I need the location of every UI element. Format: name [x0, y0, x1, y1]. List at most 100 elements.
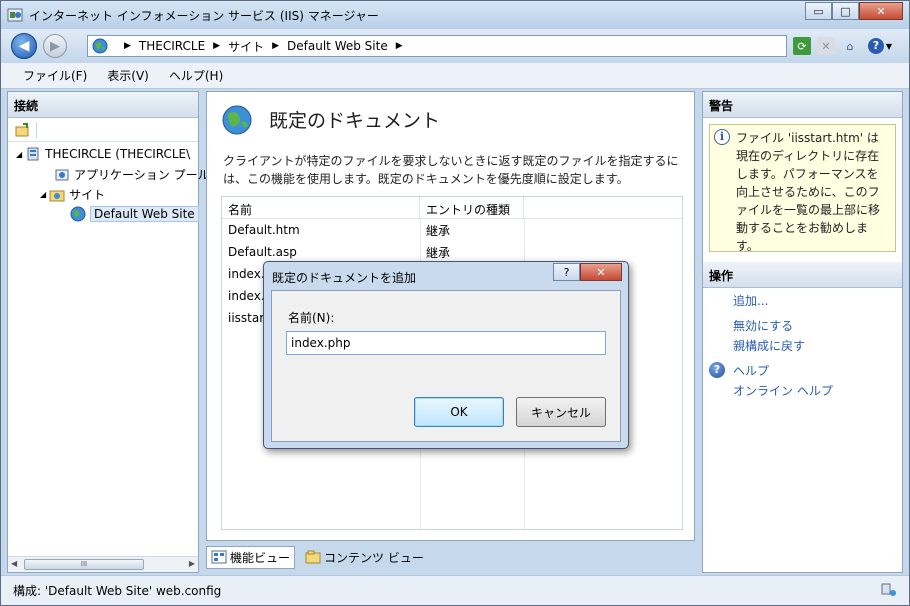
scroll-left-icon[interactable]: ◀	[11, 559, 17, 568]
dialog-title: 既定のドキュメントを追加	[272, 271, 417, 285]
toolbar-divider	[36, 121, 37, 138]
row-type: 継承	[426, 245, 451, 260]
tree-item-server[interactable]: ◢ THECIRCLE (THECIRCLE\	[16, 146, 190, 162]
content-view-icon	[305, 550, 321, 564]
stop-icon: ✕	[821, 39, 831, 53]
dialog-body: 名前(N): OK キャンセル	[271, 290, 621, 442]
breadcrumb-default-web-site[interactable]: Default Web Site	[287, 39, 388, 53]
tree-label-server: THECIRCLE (THECIRCLE\	[45, 147, 191, 161]
action-online-help[interactable]: オンライン ヘルプ	[733, 382, 833, 399]
horizontal-scrollbar[interactable]: ◀ III ▶	[8, 556, 198, 572]
tree-item-app-pools[interactable]: アプリケーション プール	[54, 166, 210, 183]
breadcrumb-separator-icon[interactable]: ▶	[213, 41, 220, 51]
action-revert-to-parent[interactable]: 親構成に戻す	[733, 337, 805, 354]
globe-icon	[70, 206, 86, 222]
tree-label-default-web-site: Default Web Site	[90, 206, 199, 222]
new-connection-icon[interactable]	[14, 122, 30, 138]
page-description: クライアントが特定のファイルを要求しないときに返す既定のファイルを指定するには、…	[223, 154, 679, 186]
close-icon: ✕	[876, 4, 886, 18]
sites-folder-icon	[49, 190, 65, 201]
breadcrumb-sites[interactable]: サイト	[228, 38, 264, 55]
window-title: インターネット インフォメーション サービス (IIS) マネージャー	[29, 9, 379, 23]
alert-message: ファイル 'iisstart.htm' は現在のディレクトリに存在します。パフォ…	[736, 131, 881, 253]
action-help[interactable]: ヘルプ	[733, 362, 769, 379]
globe-icon	[92, 38, 108, 54]
iis-manager-window: インターネット インフォメーション サービス (IIS) マネージャー ▭ □ …	[0, 0, 910, 606]
connections-panel: 接続 ◢ THECIRCLE (THECIRCLE\ アプリケーション プール …	[7, 91, 210, 573]
breadcrumb-thecircle[interactable]: THECIRCLE	[139, 39, 205, 53]
cancel-button[interactable]: キャンセル	[516, 397, 606, 427]
connections-toolbar	[8, 118, 198, 142]
list-row[interactable]: Default.asp 継承	[222, 241, 682, 263]
server-icon	[27, 147, 39, 161]
minimize-button[interactable]: ▭	[805, 2, 832, 20]
maximize-button[interactable]: □	[832, 2, 859, 20]
help-dropdown-button[interactable]: ? ▼	[865, 37, 895, 55]
action-disable[interactable]: 無効にする	[733, 317, 793, 334]
app-pool-icon	[55, 169, 69, 180]
iis-app-icon	[7, 8, 23, 22]
features-view-icon	[211, 550, 227, 564]
close-icon: ✕	[596, 265, 606, 279]
breadcrumb-separator-icon[interactable]: ▶	[124, 41, 131, 51]
tab-features-view-label: 機能ビュー	[230, 550, 291, 565]
breadcrumb: ▶ THECIRCLE ▶ サイト ▶ Default Web Site ▶	[116, 38, 411, 55]
menu-help[interactable]: ヘルプ(H)	[169, 67, 223, 84]
stop-button[interactable]: ✕	[817, 37, 835, 55]
globe-icon	[222, 105, 252, 135]
scroll-right-icon[interactable]: ▶	[189, 559, 195, 568]
connections-header: 接続	[8, 92, 198, 118]
menu-view[interactable]: 表示(V)	[107, 67, 149, 84]
tree-item-default-web-site[interactable]: Default Web Site	[70, 206, 199, 222]
dialog-close-button[interactable]: ✕	[580, 263, 622, 281]
name-input[interactable]	[286, 331, 606, 355]
maximize-icon: □	[840, 4, 851, 18]
tree-expand-icon[interactable]: ◢	[40, 190, 46, 199]
tree-expand-icon[interactable]: ◢	[16, 150, 22, 159]
row-name: Default.htm	[228, 223, 300, 237]
address-field[interactable]: ▶ THECIRCLE ▶ サイト ▶ Default Web Site ▶	[87, 35, 787, 57]
dialog-help-button[interactable]: ?	[553, 263, 580, 281]
list-header: 名前 エントリの種類	[222, 197, 682, 219]
chevron-down-icon: ▼	[885, 41, 893, 51]
alert-box: i ファイル 'iisstart.htm' は現在のディレクトリに存在します。パ…	[709, 124, 896, 253]
view-tabs: 機能ビュー コンテンツ ビュー	[206, 545, 428, 569]
minimize-icon: ▭	[813, 4, 824, 18]
row-name: Default.asp	[228, 245, 297, 259]
network-status-icon	[881, 583, 896, 596]
scrollbar-thumb[interactable]: III	[24, 559, 144, 570]
row-type: 継承	[426, 223, 451, 238]
column-name[interactable]: 名前	[222, 197, 420, 218]
forward-button[interactable]: ▶	[43, 34, 67, 58]
actions-header: 操作	[703, 262, 902, 288]
info-icon: i	[714, 129, 730, 145]
tab-content-view-label: コンテンツ ビュー	[324, 550, 424, 565]
menu-bar: ファイル(F) 表示(V) ヘルプ(H)	[1, 63, 909, 89]
back-button[interactable]: ◀	[11, 33, 37, 59]
tab-features-view[interactable]: 機能ビュー	[206, 545, 296, 569]
back-arrow-icon: ◀	[18, 38, 30, 54]
action-add[interactable]: 追加...	[733, 292, 768, 309]
help-icon: ?	[709, 362, 725, 378]
column-entry-type[interactable]: エントリの種類	[420, 197, 524, 218]
close-button[interactable]: ✕	[859, 2, 903, 20]
tab-content-view[interactable]: コンテンツ ビュー	[301, 547, 428, 568]
title-bar: インターネット インフォメーション サービス (IIS) マネージャー ▭ □ …	[1, 1, 909, 29]
help-icon: ?	[867, 38, 884, 54]
tree-item-sites[interactable]: ◢ サイト	[40, 186, 105, 203]
ok-button[interactable]: OK	[414, 397, 504, 427]
forward-arrow-icon: ▶	[50, 38, 60, 54]
home-icon: ⌂	[846, 39, 854, 53]
menu-file[interactable]: ファイル(F)	[23, 67, 87, 84]
refresh-button[interactable]: ⟳	[793, 37, 811, 55]
list-row[interactable]: Default.htm 継承	[222, 219, 682, 241]
refresh-icon: ⟳	[797, 39, 807, 53]
home-button[interactable]: ⌂	[841, 37, 859, 55]
breadcrumb-separator-icon[interactable]: ▶	[272, 41, 279, 51]
alerts-header: 警告	[703, 92, 902, 118]
breadcrumb-separator-icon[interactable]: ▶	[396, 41, 403, 51]
tree-label-app-pools: アプリケーション プール	[74, 168, 210, 182]
status-bar: 構成: 'Default Web Site' web.config	[1, 575, 909, 605]
help-icon: ?	[563, 265, 570, 279]
tree-label-sites: サイト	[69, 188, 106, 202]
